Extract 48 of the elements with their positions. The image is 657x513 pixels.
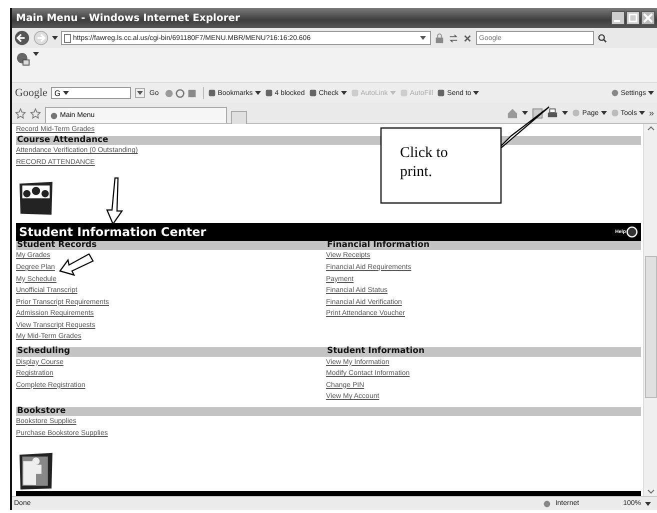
maximize-icon[interactable] <box>626 11 640 25</box>
caret-icon <box>340 91 347 95</box>
star-icon[interactable] <box>15 108 26 118</box>
square-icon <box>437 89 446 97</box>
scroll-bar[interactable] <box>643 124 657 496</box>
section-header: Student Records <box>16 240 326 250</box>
google-search-field[interactable]: G <box>51 87 132 99</box>
close-icon[interactable] <box>641 11 655 25</box>
section-header: Financial Information <box>326 240 641 250</box>
section-header: Scheduling <box>16 347 326 357</box>
help-icon[interactable] <box>626 226 638 238</box>
caret-icon[interactable] <box>62 91 69 95</box>
minimize-icon[interactable] <box>611 11 625 25</box>
stop-icon[interactable] <box>462 32 473 44</box>
star-icon[interactable] <box>30 108 41 118</box>
page-icon <box>64 34 71 42</box>
caret-icon <box>638 111 645 115</box>
square-icon <box>350 89 359 97</box>
google-logo: Google <box>15 87 48 99</box>
callout-text: Click to print. <box>400 144 449 182</box>
caret-icon[interactable] <box>645 502 651 506</box>
square-icon <box>264 89 273 97</box>
caret-icon[interactable] <box>562 111 568 115</box>
back-icon[interactable] <box>14 30 30 46</box>
caret-icon <box>390 91 396 95</box>
caret-icon[interactable] <box>52 36 58 40</box>
refresh-icon[interactable] <box>448 32 459 44</box>
caret-icon[interactable] <box>522 111 528 115</box>
square-icon <box>400 89 408 97</box>
section-header: Bookstore <box>16 406 326 416</box>
circle-icon <box>50 112 58 120</box>
banner-title: Student Information Center <box>19 224 208 239</box>
arrow-drawing <box>59 250 95 276</box>
dropdown-icon[interactable] <box>135 88 146 98</box>
overflow-chevron[interactable]: » <box>648 108 654 118</box>
section-header: Student Information <box>326 347 641 357</box>
lock-icon[interactable] <box>434 32 445 44</box>
print-icon[interactable] <box>547 108 558 118</box>
caret-icon <box>254 91 261 95</box>
circle-icon <box>610 89 619 97</box>
caret-icon <box>600 111 607 115</box>
caret-icon <box>648 91 654 95</box>
caret-icon[interactable] <box>33 52 39 56</box>
square-icon <box>208 89 216 97</box>
square-icon <box>308 89 317 97</box>
search-icon[interactable] <box>597 32 608 44</box>
window-title: Main Menu - Windows Internet Explorer <box>16 12 241 24</box>
caret-icon <box>473 91 480 95</box>
